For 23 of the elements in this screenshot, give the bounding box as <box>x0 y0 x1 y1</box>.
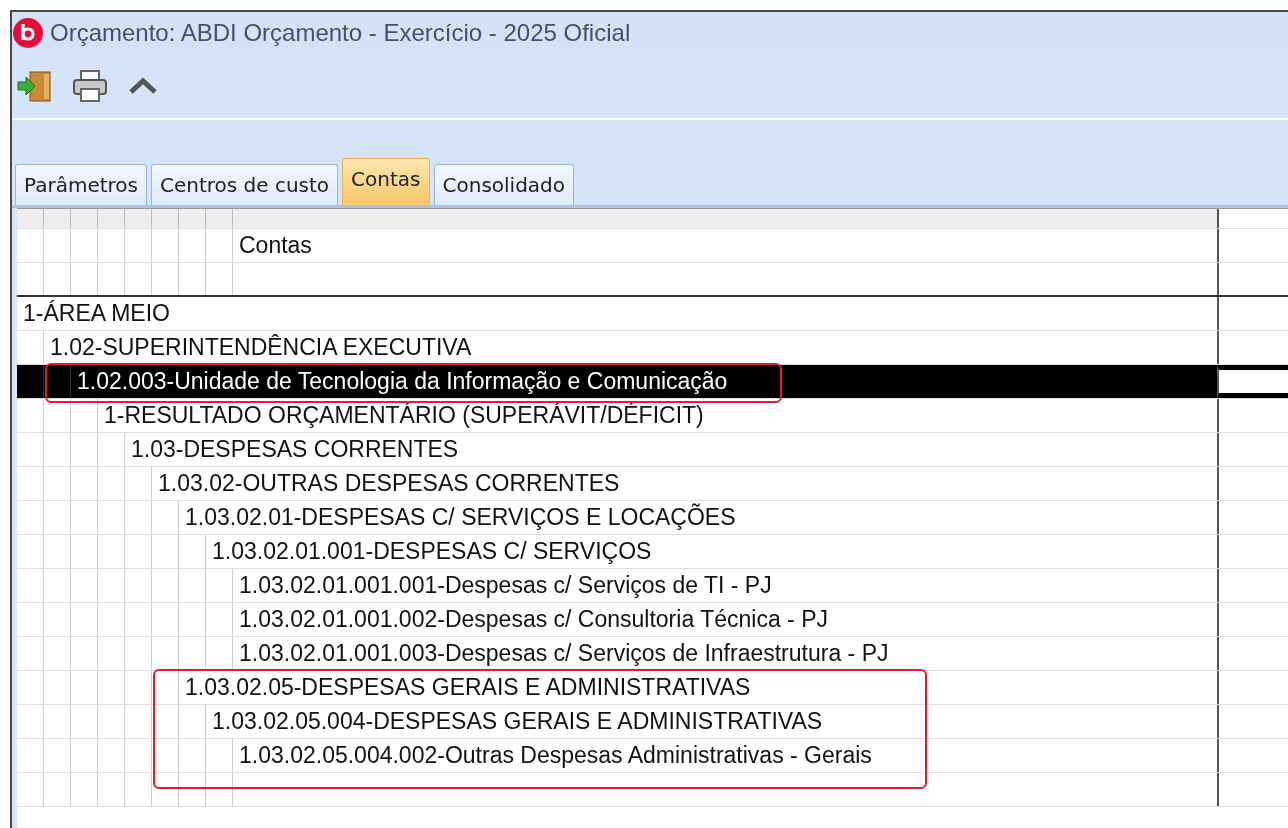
tab[interactable]: Contas <box>342 158 430 205</box>
tree-item[interactable]: 1.03.02.05.004.002-Outras Despesas Administrativas - Gerais <box>233 739 1217 772</box>
window-title: Orçamento: ABDI Orçamento - Exercício - 2025 Oficial <box>50 19 631 47</box>
tree-item[interactable]: 1.03-DESPESAS CORRENTES <box>125 433 1217 466</box>
tree-item[interactable]: 1-ÁREA MEIO <box>17 297 1217 330</box>
tab[interactable]: Parâmetros <box>15 164 147 205</box>
tree-item[interactable]: 1.03.02.01.001.002-Despesas c/ Consultoria Técnica - PJ <box>233 603 1217 636</box>
printer-icon[interactable] <box>72 69 108 103</box>
tab[interactable]: Consolidado <box>433 164 575 205</box>
exit-door-icon[interactable] <box>16 69 52 103</box>
tree-item[interactable]: 1.03.02.05.004-DESPESAS GERAIS E ADMINISTRATIVAS <box>206 705 1217 738</box>
app-logo-icon <box>12 17 44 49</box>
tree-item[interactable]: 1.03.02.01.001.003-Despesas c/ Serviços de Infraestrutura - PJ <box>233 637 1217 670</box>
tree-item[interactable]: 1.03.02-OUTRAS DESPESAS CORRENTES <box>152 467 1217 500</box>
tree-item[interactable]: 1.03.02.01.001.001-Despesas c/ Serviços de TI - PJ <box>233 569 1217 602</box>
tree-item[interactable]: 1.03.02.05-DESPESAS GERAIS E ADMINISTRATIVAS <box>179 671 1217 704</box>
tree-item[interactable]: 1-RESULTADO ORÇAMENTÁRIO (SUPERÁVIT/DÉFICIT) <box>98 399 1217 432</box>
tab[interactable]: Centros de custo <box>150 164 339 205</box>
collapse-chevron-icon[interactable] <box>128 76 158 96</box>
column-header: Contas <box>238 231 313 260</box>
tree-item[interactable]: 1.03.02.01.001-DESPESAS C/ SERVIÇOS <box>206 535 1217 568</box>
tree-item[interactable]: 1.03.02.01-DESPESAS C/ SERVIÇOS E LOCAÇÕES <box>179 501 1217 534</box>
tree-item[interactable]: 1.02-SUPERINTENDÊNCIA EXECUTIVA <box>44 331 1217 364</box>
